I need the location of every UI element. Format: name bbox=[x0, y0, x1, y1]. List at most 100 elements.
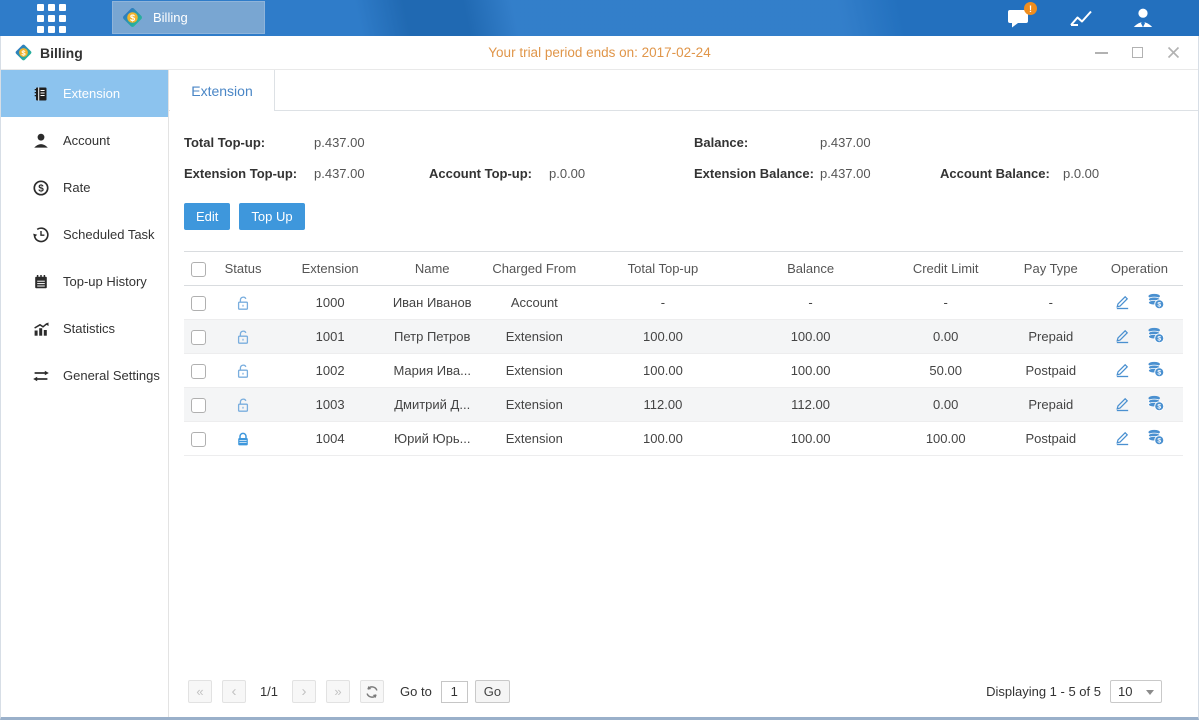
cell-pay-type: Prepaid bbox=[1006, 388, 1096, 422]
page-size-select[interactable]: 10 bbox=[1110, 680, 1162, 703]
tab-extension[interactable]: Extension bbox=[170, 70, 275, 111]
first-page-button[interactable] bbox=[188, 680, 212, 703]
refresh-icon bbox=[365, 685, 379, 699]
app-launcher-grid-icon[interactable] bbox=[37, 4, 66, 33]
sidebar-item-label: Top-up History bbox=[63, 274, 147, 289]
close-button[interactable] bbox=[1166, 46, 1180, 60]
sidebar-item-extension[interactable]: Extension bbox=[1, 70, 168, 117]
cell-total-topup: 112.00 bbox=[590, 388, 735, 422]
cell-name: Петр Петров bbox=[386, 320, 478, 354]
displaying-text: Displaying 1 - 5 of 5 bbox=[986, 684, 1101, 699]
cell-charged-from: Extension bbox=[478, 388, 590, 422]
cell-total-topup: 100.00 bbox=[590, 320, 735, 354]
edit-row-icon[interactable] bbox=[1114, 361, 1131, 378]
cell-pay-type: - bbox=[1006, 286, 1096, 320]
go-button[interactable]: Go bbox=[475, 680, 510, 703]
balance-value: p.437.00 bbox=[820, 135, 871, 150]
edit-row-icon[interactable] bbox=[1114, 293, 1131, 310]
row-checkbox[interactable] bbox=[191, 398, 206, 413]
topup-row-icon[interactable]: $ bbox=[1147, 394, 1165, 412]
billing-diamond-icon: $ bbox=[14, 43, 33, 62]
window-titlebar: $ Billing Your trial period ends on: 201… bbox=[1, 36, 1198, 70]
row-checkbox[interactable] bbox=[191, 432, 206, 447]
person-icon bbox=[1130, 6, 1156, 30]
page-indicator: 1/1 bbox=[256, 684, 282, 699]
topup-row-icon[interactable]: $ bbox=[1147, 292, 1165, 310]
table-row: 1001Петр ПетровExtension100.00100.000.00… bbox=[184, 320, 1183, 354]
refresh-button[interactable] bbox=[360, 680, 384, 703]
header-name: Name bbox=[386, 252, 478, 286]
topup-row-icon[interactable]: $ bbox=[1147, 428, 1165, 446]
arrows-swap-icon bbox=[32, 367, 50, 385]
content-area: Extension Total Top-up: p.437.00 Extensi… bbox=[169, 70, 1198, 717]
extension-balance-value: p.437.00 bbox=[820, 166, 940, 181]
extension-balance-label: Extension Balance: bbox=[694, 166, 820, 181]
row-checkbox[interactable] bbox=[191, 296, 206, 311]
chart-growth-icon bbox=[32, 320, 50, 338]
prev-page-button[interactable] bbox=[222, 680, 246, 703]
edit-row-icon[interactable] bbox=[1114, 395, 1131, 412]
cell-balance: 100.00 bbox=[736, 422, 886, 456]
page-size-value: 10 bbox=[1118, 684, 1132, 699]
cell-credit-limit: 0.00 bbox=[886, 388, 1006, 422]
maximize-button[interactable] bbox=[1130, 46, 1144, 60]
pagination-bar: 1/1 Go to Go Displaying 1 - 5 of 5 bbox=[169, 680, 1198, 717]
cell-credit-limit: - bbox=[886, 286, 1006, 320]
next-page-button[interactable] bbox=[292, 680, 316, 703]
svg-text:$: $ bbox=[1157, 336, 1161, 343]
cell-name: Дмитрий Д... bbox=[386, 388, 478, 422]
balance-label: Balance: bbox=[694, 135, 820, 150]
sidebar-item-general-settings[interactable]: General Settings bbox=[1, 352, 168, 399]
lock-open-icon[interactable] bbox=[234, 328, 252, 346]
lock-open-icon[interactable] bbox=[234, 294, 252, 312]
extension-topup-label: Extension Top-up: bbox=[184, 166, 314, 181]
header-pay-type: Pay Type bbox=[1006, 252, 1096, 286]
edit-row-icon[interactable] bbox=[1114, 327, 1131, 344]
goto-page-input[interactable] bbox=[441, 681, 468, 703]
cell-credit-limit: 0.00 bbox=[886, 320, 1006, 354]
edit-row-icon[interactable] bbox=[1114, 429, 1131, 446]
lock-open-icon[interactable] bbox=[234, 362, 252, 380]
edit-button[interactable]: Edit bbox=[184, 203, 230, 230]
user-profile-button[interactable] bbox=[1129, 5, 1157, 31]
tab-strip: Extension bbox=[169, 70, 1198, 111]
taskbar-item-billing[interactable]: $ Billing bbox=[112, 1, 265, 34]
dollar-circle-icon: $ bbox=[32, 179, 50, 197]
cell-charged-from: Extension bbox=[478, 354, 590, 388]
select-all-checkbox[interactable] bbox=[191, 262, 206, 277]
desktop-topbar: $ Billing ! bbox=[0, 0, 1199, 36]
cell-credit-limit: 100.00 bbox=[886, 422, 1006, 456]
cell-credit-limit: 50.00 bbox=[886, 354, 1006, 388]
extension-table: Status Extension Name Charged From Total… bbox=[184, 251, 1183, 456]
trial-notice: Your trial period ends on: 2017-02-24 bbox=[488, 45, 710, 60]
cell-name: Юрий Юрь... bbox=[386, 422, 478, 456]
table-header-row: Status Extension Name Charged From Total… bbox=[184, 252, 1183, 286]
lock-open-icon[interactable] bbox=[234, 396, 252, 414]
sidebar-item-scheduled-task[interactable]: Scheduled Task bbox=[1, 211, 168, 258]
minimize-button[interactable] bbox=[1094, 46, 1108, 60]
row-checkbox[interactable] bbox=[191, 330, 206, 345]
row-checkbox[interactable] bbox=[191, 364, 206, 379]
sidebar-item-account[interactable]: Account bbox=[1, 117, 168, 164]
cell-charged-from: Extension bbox=[478, 320, 590, 354]
sidebar-item-label: Rate bbox=[63, 180, 90, 195]
sidebar-item-statistics[interactable]: Statistics bbox=[1, 305, 168, 352]
notifications-button[interactable]: ! bbox=[1005, 5, 1033, 31]
topup-row-icon[interactable]: $ bbox=[1147, 360, 1165, 378]
last-page-button[interactable] bbox=[326, 680, 350, 703]
reports-button[interactable] bbox=[1067, 5, 1095, 31]
topup-button[interactable]: Top Up bbox=[239, 203, 304, 230]
cell-pay-type: Prepaid bbox=[1006, 320, 1096, 354]
topup-row-icon[interactable]: $ bbox=[1147, 326, 1165, 344]
cell-extension: 1000 bbox=[274, 286, 386, 320]
table-row: 1004Юрий Юрь...Extension100.00100.00100.… bbox=[184, 422, 1183, 456]
notepad-icon bbox=[32, 273, 50, 291]
table-row: 1002Мария Ива...Extension100.00100.0050.… bbox=[184, 354, 1183, 388]
cell-extension: 1003 bbox=[274, 388, 386, 422]
sidebar-item-label: Account bbox=[63, 133, 110, 148]
lock-closed-icon[interactable] bbox=[234, 430, 252, 448]
header-extension: Extension bbox=[274, 252, 386, 286]
sidebar-item-topup-history[interactable]: Top-up History bbox=[1, 258, 168, 305]
sidebar-item-rate[interactable]: $ Rate bbox=[1, 164, 168, 211]
taskbar-item-label: Billing bbox=[153, 10, 188, 25]
